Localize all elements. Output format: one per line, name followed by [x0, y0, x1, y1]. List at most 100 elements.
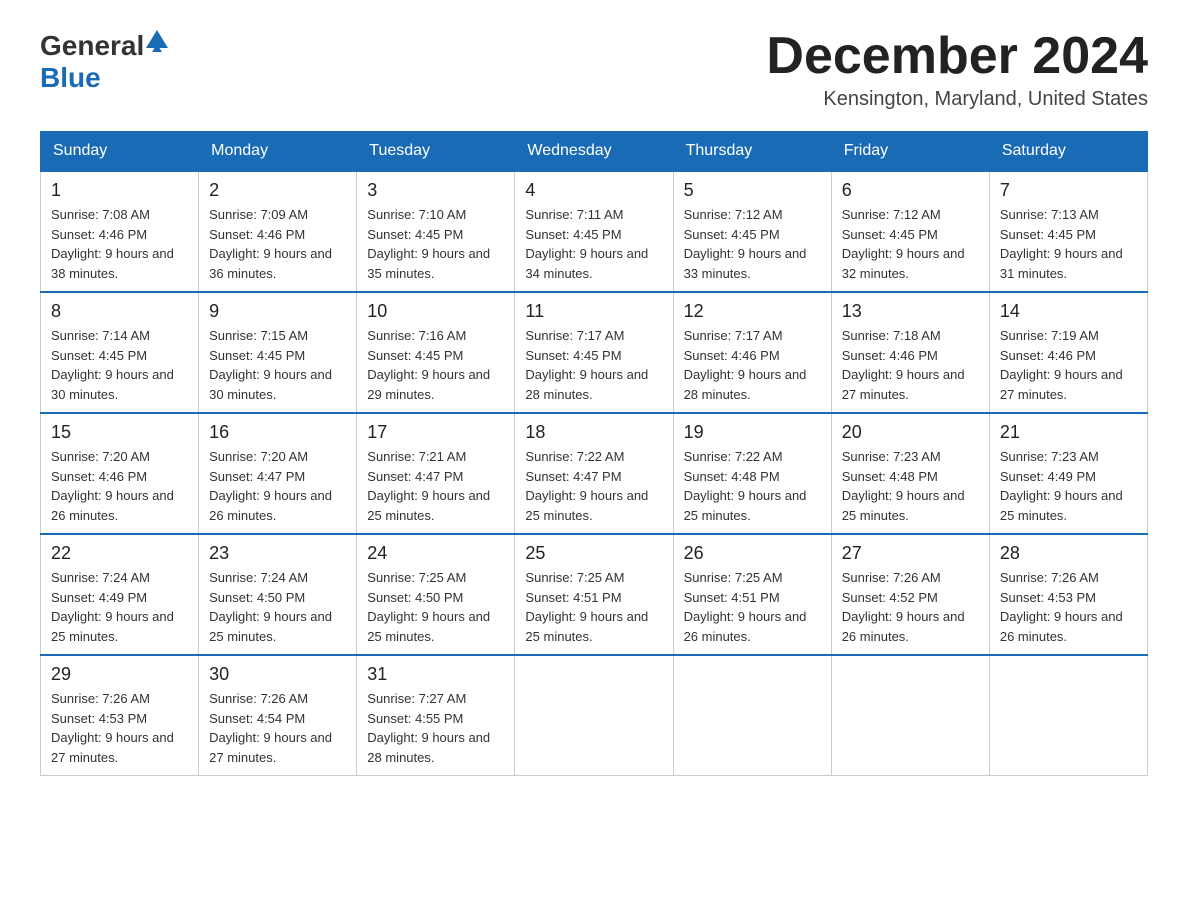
- calendar-day-cell: 27 Sunrise: 7:26 AMSunset: 4:52 PMDayligh…: [831, 534, 989, 655]
- calendar-day-cell: 28Sunrise: 7:26 AMSunset: 4:53 PMDayligh…: [989, 534, 1147, 655]
- calendar-day-cell: 3Sunrise: 7:10 AMSunset: 4:45 PMDaylight…: [357, 171, 515, 292]
- day-number: 5: [684, 180, 821, 201]
- calendar-day-cell: [831, 655, 989, 776]
- day-info: Sunrise: 7:08 AMSunset: 4:46 PMDaylight:…: [51, 205, 188, 283]
- logo-general-text: General: [40, 30, 144, 62]
- calendar-week-row: 29Sunrise: 7:26 AMSunset: 4:53 PMDayligh…: [41, 655, 1148, 776]
- day-info: Sunrise: 7:26 AMSunset: 4:53 PMDaylight:…: [51, 689, 188, 767]
- day-number: 8: [51, 301, 188, 322]
- day-number: 30: [209, 664, 346, 685]
- weekday-header-sunday: Sunday: [41, 132, 199, 172]
- day-info: Sunrise: 7:24 AMSunset: 4:49 PMDaylight:…: [51, 568, 188, 646]
- calendar-day-cell: 25Sunrise: 7:25 AMSunset: 4:51 PMDayligh…: [515, 534, 673, 655]
- calendar-day-cell: 21Sunrise: 7:23 AMSunset: 4:49 PMDayligh…: [989, 413, 1147, 534]
- calendar-day-cell: 5 Sunrise: 7:12 AMSunset: 4:45 PMDaylight…: [673, 171, 831, 292]
- calendar-day-cell: 6 Sunrise: 7:12 AMSunset: 4:45 PMDaylight…: [831, 171, 989, 292]
- day-info: Sunrise: 7:10 AMSunset: 4:45 PMDaylight:…: [367, 205, 504, 283]
- day-info: Sunrise: 7:12 AMSunset: 4:45 PMDaylight:…: [684, 205, 821, 283]
- calendar-day-cell: 7Sunrise: 7:13 AMSunset: 4:45 PMDaylight…: [989, 171, 1147, 292]
- day-info: Sunrise: 7:22 AMSunset: 4:47 PMDaylight:…: [525, 447, 662, 525]
- day-info: Sunrise: 7:20 AMSunset: 4:46 PMDaylight:…: [51, 447, 188, 525]
- day-number: 2: [209, 180, 346, 201]
- day-info: Sunrise: 7:19 AMSunset: 4:46 PMDaylight:…: [1000, 326, 1137, 404]
- day-number: 7: [1000, 180, 1137, 201]
- day-info: Sunrise: 7:26 AMSunset: 4:54 PMDaylight:…: [209, 689, 346, 767]
- calendar-day-cell: [515, 655, 673, 776]
- calendar-day-cell: 22 Sunrise: 7:24 AMSunset: 4:49 PMDayligh…: [41, 534, 199, 655]
- day-info: Sunrise: 7:09 AMSunset: 4:46 PMDaylight:…: [209, 205, 346, 283]
- calendar-day-cell: 23Sunrise: 7:24 AMSunset: 4:50 PMDayligh…: [199, 534, 357, 655]
- calendar-day-cell: 20 Sunrise: 7:23 AMSunset: 4:48 PMDayligh…: [831, 413, 989, 534]
- day-info: Sunrise: 7:16 AMSunset: 4:45 PMDaylight:…: [367, 326, 504, 404]
- day-number: 16: [209, 422, 346, 443]
- calendar-day-cell: 14 Sunrise: 7:19 AMSunset: 4:46 PMDayligh…: [989, 292, 1147, 413]
- day-number: 9: [209, 301, 346, 322]
- calendar-day-cell: 4Sunrise: 7:11 AMSunset: 4:45 PMDaylight…: [515, 171, 673, 292]
- day-info: Sunrise: 7:17 AMSunset: 4:46 PMDaylight:…: [684, 326, 821, 404]
- day-info: Sunrise: 7:20 AMSunset: 4:47 PMDaylight:…: [209, 447, 346, 525]
- day-number: 26: [684, 543, 821, 564]
- logo: General Blue: [40, 30, 168, 94]
- day-info: Sunrise: 7:27 AMSunset: 4:55 PMDaylight:…: [367, 689, 504, 767]
- title-area: December 2024 Kensington, Maryland, Unit…: [766, 30, 1148, 111]
- calendar-day-cell: 10Sunrise: 7:16 AMSunset: 4:45 PMDayligh…: [357, 292, 515, 413]
- day-number: 20: [842, 422, 979, 443]
- day-number: 14: [1000, 301, 1137, 322]
- calendar-day-cell: 29Sunrise: 7:26 AMSunset: 4:53 PMDayligh…: [41, 655, 199, 776]
- logo-icon: [146, 30, 168, 52]
- weekday-header-thursday: Thursday: [673, 132, 831, 172]
- day-info: Sunrise: 7:23 AMSunset: 4:48 PMDaylight:…: [842, 447, 979, 525]
- day-number: 12: [684, 301, 821, 322]
- day-info: Sunrise: 7:14 AMSunset: 4:45 PMDaylight:…: [51, 326, 188, 404]
- day-number: 31: [367, 664, 504, 685]
- calendar-day-cell: 15 Sunrise: 7:20 AMSunset: 4:46 PMDayligh…: [41, 413, 199, 534]
- calendar-day-cell: 1 Sunrise: 7:08 AMSunset: 4:46 PMDaylight…: [41, 171, 199, 292]
- day-number: 4: [525, 180, 662, 201]
- day-number: 6: [842, 180, 979, 201]
- weekday-header-tuesday: Tuesday: [357, 132, 515, 172]
- day-info: Sunrise: 7:22 AMSunset: 4:48 PMDaylight:…: [684, 447, 821, 525]
- day-info: Sunrise: 7:24 AMSunset: 4:50 PMDaylight:…: [209, 568, 346, 646]
- day-info: Sunrise: 7:18 AMSunset: 4:46 PMDaylight:…: [842, 326, 979, 404]
- month-title: December 2024: [766, 30, 1148, 82]
- calendar-day-cell: 8 Sunrise: 7:14 AMSunset: 4:45 PMDaylight…: [41, 292, 199, 413]
- day-number: 1: [51, 180, 188, 201]
- day-number: 17: [367, 422, 504, 443]
- weekday-header-wednesday: Wednesday: [515, 132, 673, 172]
- day-number: 15: [51, 422, 188, 443]
- calendar-day-cell: 30 Sunrise: 7:26 AMSunset: 4:54 PMDayligh…: [199, 655, 357, 776]
- calendar-day-cell: 16 Sunrise: 7:20 AMSunset: 4:47 PMDayligh…: [199, 413, 357, 534]
- calendar-day-cell: 9 Sunrise: 7:15 AMSunset: 4:45 PMDaylight…: [199, 292, 357, 413]
- logo-blue-text: Blue: [40, 62, 101, 93]
- calendar-day-cell: 31 Sunrise: 7:27 AMSunset: 4:55 PMDayligh…: [357, 655, 515, 776]
- weekday-header-monday: Monday: [199, 132, 357, 172]
- location-subtitle: Kensington, Maryland, United States: [766, 88, 1148, 111]
- weekday-header-row: SundayMondayTuesdayWednesdayThursdayFrid…: [41, 132, 1148, 172]
- day-number: 27: [842, 543, 979, 564]
- calendar-week-row: 1 Sunrise: 7:08 AMSunset: 4:46 PMDaylight…: [41, 171, 1148, 292]
- page-header: General Blue December 2024 Kensington, M…: [40, 30, 1148, 111]
- day-number: 25: [525, 543, 662, 564]
- day-number: 11: [525, 301, 662, 322]
- calendar-week-row: 8 Sunrise: 7:14 AMSunset: 4:45 PMDaylight…: [41, 292, 1148, 413]
- day-info: Sunrise: 7:12 AMSunset: 4:45 PMDaylight:…: [842, 205, 979, 283]
- day-number: 18: [525, 422, 662, 443]
- day-number: 22: [51, 543, 188, 564]
- calendar-day-cell: 17Sunrise: 7:21 AMSunset: 4:47 PMDayligh…: [357, 413, 515, 534]
- calendar-day-cell: 26Sunrise: 7:25 AMSunset: 4:51 PMDayligh…: [673, 534, 831, 655]
- calendar-day-cell: 11Sunrise: 7:17 AMSunset: 4:45 PMDayligh…: [515, 292, 673, 413]
- calendar-day-cell: 19 Sunrise: 7:22 AMSunset: 4:48 PMDayligh…: [673, 413, 831, 534]
- calendar-day-cell: 24Sunrise: 7:25 AMSunset: 4:50 PMDayligh…: [357, 534, 515, 655]
- day-info: Sunrise: 7:15 AMSunset: 4:45 PMDaylight:…: [209, 326, 346, 404]
- day-number: 19: [684, 422, 821, 443]
- calendar-table: SundayMondayTuesdayWednesdayThursdayFrid…: [40, 131, 1148, 776]
- calendar-day-cell: [989, 655, 1147, 776]
- day-info: Sunrise: 7:26 AMSunset: 4:53 PMDaylight:…: [1000, 568, 1137, 646]
- day-number: 13: [842, 301, 979, 322]
- calendar-week-row: 22 Sunrise: 7:24 AMSunset: 4:49 PMDayligh…: [41, 534, 1148, 655]
- weekday-header-friday: Friday: [831, 132, 989, 172]
- day-info: Sunrise: 7:23 AMSunset: 4:49 PMDaylight:…: [1000, 447, 1137, 525]
- day-info: Sunrise: 7:25 AMSunset: 4:50 PMDaylight:…: [367, 568, 504, 646]
- calendar-day-cell: 2 Sunrise: 7:09 AMSunset: 4:46 PMDaylight…: [199, 171, 357, 292]
- day-info: Sunrise: 7:26 AMSunset: 4:52 PMDaylight:…: [842, 568, 979, 646]
